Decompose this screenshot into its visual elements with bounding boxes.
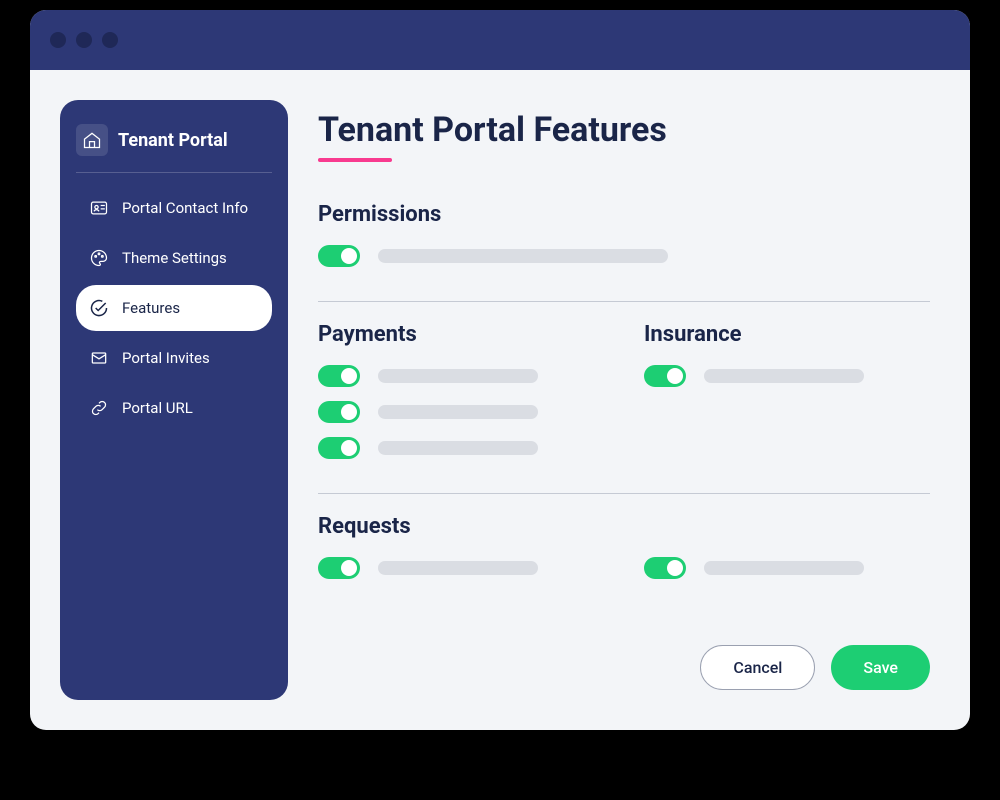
toggle-row: [318, 557, 604, 579]
toggle-row: [644, 365, 930, 387]
section-title-insurance: Insurance: [644, 322, 930, 347]
toggle-switch[interactable]: [318, 437, 360, 459]
main-panel: Tenant Portal Features Permissions Payme…: [318, 100, 940, 700]
toggle-row: [318, 365, 604, 387]
sidebar-item-label: Portal URL: [122, 399, 193, 417]
sidebar-item-features[interactable]: Features: [76, 285, 272, 331]
section-requests: Requests: [318, 514, 930, 593]
section-title-permissions: Permissions: [318, 202, 930, 227]
divider: [318, 493, 930, 494]
placeholder-text: [378, 561, 538, 575]
divider: [318, 301, 930, 302]
sidebar-item-label: Theme Settings: [122, 249, 227, 267]
toggle-row: [318, 245, 930, 267]
sidebar-item-portal-invites[interactable]: Portal Invites: [76, 335, 272, 381]
toggle-switch[interactable]: [318, 401, 360, 423]
section-title-requests: Requests: [318, 514, 930, 539]
app-window: Tenant Portal Portal Contact Info Theme …: [30, 10, 970, 730]
page-title: Tenant Portal Features: [318, 110, 930, 150]
sidebar-item-label: Portal Contact Info: [122, 199, 248, 217]
toggle-row: [318, 437, 604, 459]
window-control-dot[interactable]: [76, 32, 92, 48]
placeholder-text: [378, 249, 668, 263]
sidebar-item-portal-contact-info[interactable]: Portal Contact Info: [76, 185, 272, 231]
sidebar-item-portal-url[interactable]: Portal URL: [76, 385, 272, 431]
title-underline: [318, 158, 392, 162]
section-insurance: Insurance: [644, 322, 930, 473]
section-title-payments: Payments: [318, 322, 604, 347]
contact-card-icon: [88, 197, 110, 219]
palette-icon: [88, 247, 110, 269]
toggle-switch[interactable]: [318, 365, 360, 387]
sidebar-item-label: Features: [122, 299, 180, 317]
placeholder-text: [704, 561, 864, 575]
placeholder-text: [378, 405, 538, 419]
toggle-switch[interactable]: [644, 557, 686, 579]
titlebar: [30, 10, 970, 70]
toggle-row: [644, 557, 930, 579]
envelope-icon: [88, 347, 110, 369]
toggle-switch[interactable]: [318, 245, 360, 267]
save-button[interactable]: Save: [831, 645, 930, 690]
window-control-dot[interactable]: [102, 32, 118, 48]
placeholder-text: [704, 369, 864, 383]
content-area: Tenant Portal Portal Contact Info Theme …: [30, 70, 970, 730]
sidebar: Tenant Portal Portal Contact Info Theme …: [60, 100, 288, 700]
action-bar: Cancel Save: [318, 625, 930, 690]
tenant-portal-icon: [76, 124, 108, 156]
section-payments: Payments: [318, 322, 604, 473]
sidebar-item-theme-settings[interactable]: Theme Settings: [76, 235, 272, 281]
cancel-button[interactable]: Cancel: [700, 645, 815, 690]
toggle-switch[interactable]: [644, 365, 686, 387]
sidebar-item-label: Portal Invites: [122, 349, 210, 367]
section-permissions: Permissions: [318, 202, 930, 281]
checkmark-circle-icon: [88, 297, 110, 319]
placeholder-text: [378, 369, 538, 383]
sidebar-title: Tenant Portal: [118, 130, 228, 151]
toggle-row: [318, 401, 604, 423]
sidebar-header: Tenant Portal: [76, 124, 272, 173]
placeholder-text: [378, 441, 538, 455]
window-control-dot[interactable]: [50, 32, 66, 48]
link-icon: [88, 397, 110, 419]
payments-insurance-row: Payments Insurance: [318, 322, 930, 473]
toggle-switch[interactable]: [318, 557, 360, 579]
